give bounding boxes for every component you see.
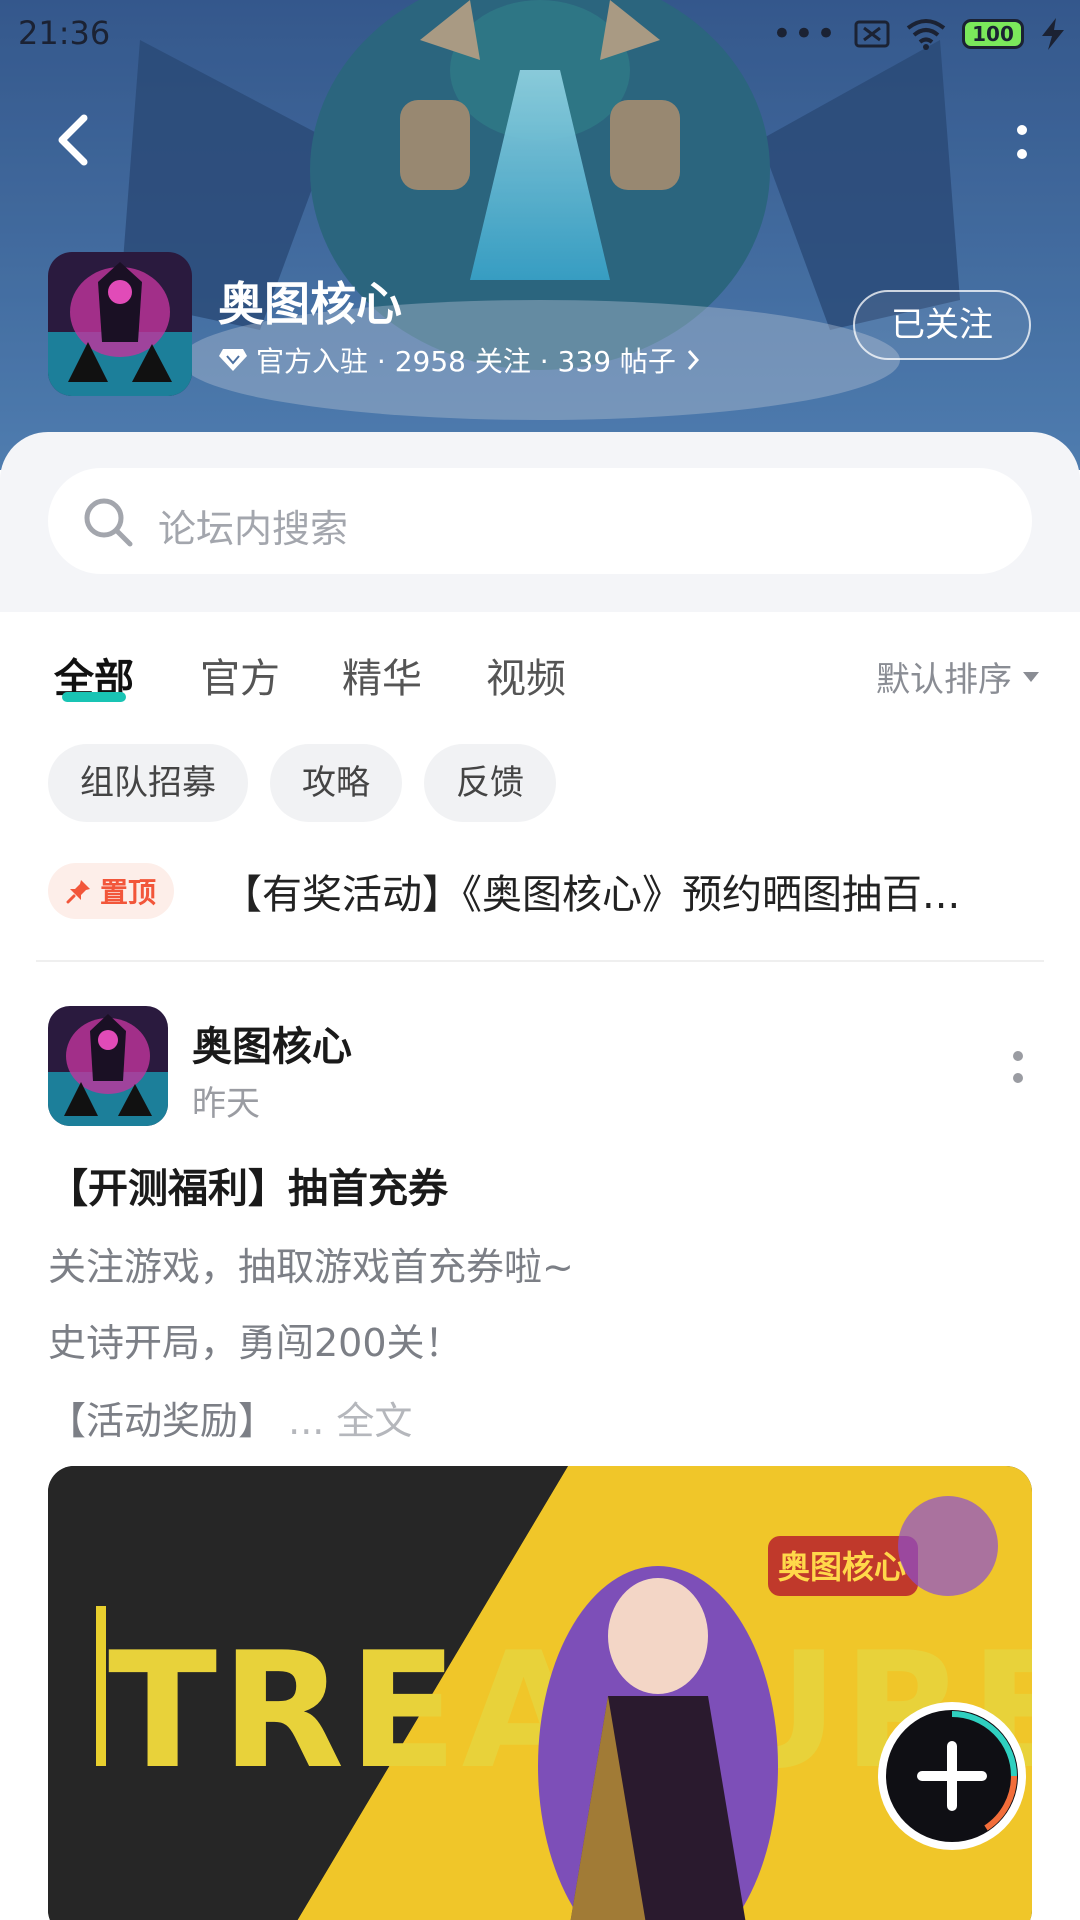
post-timestamp: 昨天 <box>192 1084 260 1124</box>
tab-official[interactable]: 官方 <box>200 646 280 704</box>
divider <box>36 960 1044 962</box>
tab-bar: 全部 官方 精华 视频 默认排序 <box>0 612 1080 732</box>
search-icon <box>84 498 133 547</box>
status-icons: ••• 100 <box>772 14 1066 54</box>
image-logo-text: 奥图核心 <box>778 1548 906 1586</box>
post-author-name[interactable]: 奥图核心 <box>192 1014 352 1072</box>
sim-off-icon <box>854 20 890 48</box>
forum-title: 奥图核心 <box>218 277 402 331</box>
post-more-icon[interactable] <box>1006 1048 1030 1088</box>
post-author-avatar[interactable] <box>48 1006 168 1126</box>
chip-feedback[interactable]: 反馈 <box>424 744 556 822</box>
read-more-link[interactable]: ... 全文 <box>288 1399 412 1443</box>
tab-video[interactable]: 视频 <box>486 646 566 704</box>
search-input[interactable]: 论坛内搜索 <box>48 468 1032 574</box>
status-time: 21:36 <box>18 14 111 52</box>
pinned-badge-label: 置顶 <box>100 876 157 909</box>
sort-label: 默认排序 <box>876 660 1012 700</box>
follow-button[interactable]: 已关注 <box>853 290 1031 360</box>
back-button[interactable] <box>46 110 106 170</box>
post-body-line: 关注游戏，抽取游戏首充券啦~ <box>48 1245 574 1289</box>
active-tab-indicator <box>62 692 126 702</box>
battery-indicator: 100 <box>962 19 1024 49</box>
chevron-right-icon <box>687 350 699 370</box>
forum-meta[interactable]: 官方入驻 · 2958 关注 · 339 帖子 <box>218 340 702 380</box>
header-banner-art <box>0 0 1080 470</box>
forum-meta-text: 官方入驻 · 2958 关注 · 339 帖子 <box>256 345 676 378</box>
caret-down-icon <box>1023 671 1039 682</box>
wifi-icon <box>906 19 946 50</box>
more-options-button[interactable] <box>1004 118 1040 168</box>
category-chips: 组队招募 攻略 反馈 <box>48 744 556 822</box>
status-bar: 21:36 ••• 100 <box>0 0 1080 70</box>
pinned-badge: 置顶 <box>48 863 175 919</box>
forum-header: 21:36 ••• 100 奥图核心 官方入驻 · 2958 关注 · 339 … <box>0 0 1080 470</box>
pinned-post[interactable]: 置顶 【有奖活动】《奥图核心》预约晒图抽百... <box>48 856 1038 926</box>
tab-featured[interactable]: 精华 <box>342 646 422 704</box>
chip-guide[interactable]: 攻略 <box>270 744 402 822</box>
post-body-text: 【活动奖励】 <box>48 1399 277 1443</box>
sort-dropdown[interactable]: 默认排序 <box>876 652 1040 701</box>
search-section: 论坛内搜索 <box>0 432 1080 612</box>
post-body-line: 【活动奖励】 ... 全文 <box>48 1390 412 1445</box>
pinned-title: 【有奖活动】《奥图核心》预约晒图抽百... <box>222 872 961 918</box>
forum-logo <box>48 252 192 396</box>
chip-team-recruit[interactable]: 组队招募 <box>48 744 248 822</box>
pin-icon <box>66 880 90 904</box>
create-post-button[interactable] <box>876 1700 1028 1852</box>
search-placeholder: 论坛内搜索 <box>158 507 349 551</box>
post-title[interactable]: 【开测福利】抽首充券 <box>48 1156 448 1214</box>
more-notifications-icon: ••• <box>771 14 838 54</box>
diamond-icon <box>219 349 247 371</box>
post-body-line: 史诗开局，勇闯200关！ <box>48 1321 463 1365</box>
charging-icon <box>1042 18 1064 50</box>
